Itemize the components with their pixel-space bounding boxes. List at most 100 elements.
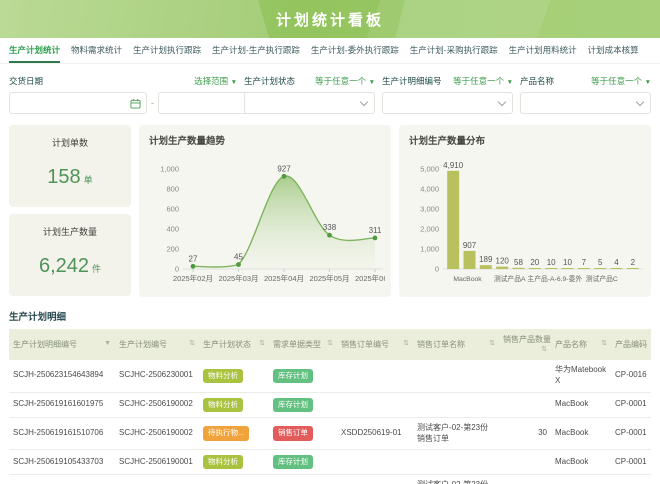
- svg-text:27: 27: [189, 254, 198, 263]
- cell-demand-doc-type: 库存计划: [269, 360, 337, 392]
- tab-5[interactable]: 生产计划-采购执行跟踪: [410, 38, 498, 63]
- filter-plan-status: 生产计划状态 等于任意一个 ▼: [244, 75, 375, 114]
- svg-text:10: 10: [547, 258, 556, 267]
- svg-text:4: 4: [614, 258, 619, 267]
- column-header-7[interactable]: 产品名称⇅: [551, 329, 611, 360]
- cell-demand-doc-type: 销售订单: [269, 417, 337, 450]
- sort-icon[interactable]: ⇅: [403, 339, 409, 349]
- svg-text:2025年04月: 2025年04月: [264, 273, 304, 283]
- cell-product-name: MacBook: [551, 450, 611, 475]
- equals-any-operator-dropdown[interactable]: 等于任意一个 ▼: [453, 75, 513, 87]
- cell-sales-qty: [499, 392, 551, 417]
- filter-product-name: 产品名称 等于任意一个 ▼: [520, 75, 651, 114]
- svg-text:5,000: 5,000: [420, 165, 439, 174]
- svg-text:2025年06月: 2025年06月: [355, 273, 385, 283]
- cell-plan-detail-no: SCJH-250619105433703: [9, 450, 115, 475]
- svg-text:5: 5: [598, 258, 603, 267]
- plan-status-select[interactable]: [244, 92, 375, 114]
- tab-3[interactable]: 生产计划-生产执行跟踪: [212, 38, 300, 63]
- table-row[interactable]: SCJH-250619161601975SCJHC-2506190002物料分析…: [9, 392, 651, 417]
- filter-label: 生产计明细编号: [382, 75, 442, 87]
- stat-card-plan-qty: 计划生产数量 6,242件: [9, 214, 131, 296]
- sort-dropdown-icon[interactable]: ▼: [104, 339, 111, 349]
- filter-bar: 交货日期 选择范围 ▼ -: [0, 64, 660, 122]
- equals-any-operator-dropdown[interactable]: 等于任意一个 ▼: [315, 75, 375, 87]
- column-header-4[interactable]: 销售订单编号⇅: [337, 329, 413, 360]
- svg-text:200: 200: [166, 245, 179, 254]
- tab-0[interactable]: 生产计划统计: [9, 38, 60, 63]
- calendar-icon[interactable]: [130, 98, 141, 109]
- status-badge: 物料分析: [203, 455, 243, 469]
- column-header-2[interactable]: 生产计划状态⇅: [199, 329, 269, 360]
- svg-text:2: 2: [631, 258, 636, 267]
- svg-text:120: 120: [496, 257, 510, 266]
- distribution-chart-panel: 计划生产数量分布 01,0002,0003,0004,0005,0004,910…: [399, 125, 651, 297]
- svg-text:0: 0: [175, 265, 179, 274]
- column-header-3[interactable]: 需求单据类型⇅: [269, 329, 337, 360]
- cell-product-name: 华为Matebook X: [551, 360, 611, 392]
- equals-any-operator-dropdown[interactable]: 等于任意一个 ▼: [591, 75, 651, 87]
- status-badge: 待执行物...: [203, 426, 249, 440]
- sort-icon[interactable]: ⇅: [489, 339, 495, 349]
- sort-icon[interactable]: ⇅: [189, 339, 195, 349]
- cell-product-code: CP-0016: [611, 360, 651, 392]
- cell-sales-qty: [499, 450, 551, 475]
- sort-icon[interactable]: ⇅: [541, 345, 547, 355]
- sort-icon[interactable]: ⇅: [259, 339, 265, 349]
- cell-plan-detail-no: SCJH-250619161510706: [9, 417, 115, 450]
- column-header-0[interactable]: 生产计划明细编号▼: [9, 329, 115, 360]
- date-from-input[interactable]: [15, 97, 130, 109]
- cell-plan-status: 物料分析: [199, 392, 269, 417]
- table-header-row: 生产计划明细编号▼生产计划编号⇅生产计划状态⇅需求单据类型⇅销售订单编号⇅销售订…: [9, 329, 651, 360]
- status-badge: 销售订单: [273, 426, 313, 440]
- cell-plan-status: 待执行物...: [199, 475, 269, 484]
- cell-plan-status: 物料分析: [199, 360, 269, 392]
- svg-text:45: 45: [234, 253, 243, 262]
- table-row[interactable]: SCJH-250619161510706SCJHC-2506190002待执行物…: [9, 417, 651, 450]
- trend-chart-panel: 计划生产数量趋势 02004006008001,0002025年02月2025年…: [139, 125, 391, 297]
- svg-text:907: 907: [463, 241, 477, 250]
- status-badge: 物料分析: [203, 398, 243, 412]
- table-row[interactable]: SCJH-250619105433703SCJHC-2506190001物料分析…: [9, 450, 651, 475]
- svg-text:MacBook: MacBook: [453, 276, 482, 283]
- svg-text:20: 20: [530, 258, 539, 267]
- svg-text:2,000: 2,000: [420, 225, 439, 234]
- cell-plan-no: SCJHC-2506190001: [115, 475, 199, 484]
- table-section-title: 生产计划明细: [9, 309, 651, 323]
- tab-7[interactable]: 计划成本核算: [588, 38, 639, 63]
- cell-product-code: CP-0001: [611, 475, 651, 484]
- svg-text:3,000: 3,000: [420, 205, 439, 214]
- chevron-down-icon: [360, 97, 368, 105]
- svg-text:0: 0: [435, 265, 439, 274]
- svg-text:10: 10: [563, 258, 572, 267]
- svg-text:800: 800: [166, 185, 179, 194]
- cell-product-name: MacBook: [551, 417, 611, 450]
- table-row[interactable]: SCJH-2506191053376SCJHC-2506190001待执行物..…: [9, 475, 651, 484]
- plan-detail-no-select[interactable]: [382, 92, 513, 114]
- sort-icon[interactable]: ⇅: [327, 339, 333, 349]
- svg-text:400: 400: [166, 225, 179, 234]
- status-badge: 库存计划: [273, 455, 313, 469]
- tab-2[interactable]: 生产计划执行跟踪: [133, 38, 201, 63]
- tab-1[interactable]: 物料需求统计: [71, 38, 122, 63]
- banner-decoration: [359, 0, 561, 38]
- sort-icon[interactable]: ⇅: [601, 339, 607, 349]
- page-title: 计划统计看板: [276, 9, 384, 30]
- cell-sales-order-name: [413, 450, 499, 475]
- stat-card-plan-count: 计划单数 158单: [9, 125, 131, 207]
- tab-6[interactable]: 生产计划用料统计: [509, 38, 577, 63]
- svg-text:600: 600: [166, 205, 179, 214]
- chart-title: 计划生产数量分布: [409, 133, 647, 147]
- chevron-down-icon: [636, 97, 644, 105]
- table-row[interactable]: SCJH-250623154643894SCJHC-2506230001物料分析…: [9, 360, 651, 392]
- column-header-6[interactable]: 销售产品数量⇅: [499, 329, 551, 360]
- product-name-select[interactable]: [520, 92, 651, 114]
- column-header-1[interactable]: 生产计划编号⇅: [115, 329, 199, 360]
- column-header-5[interactable]: 销售订单名称⇅: [413, 329, 499, 360]
- stat-title: 计划生产数量: [9, 225, 131, 238]
- date-from-field[interactable]: [9, 92, 147, 114]
- tab-4[interactable]: 生产计划-委外执行跟踪: [311, 38, 399, 63]
- status-badge: 物料分析: [203, 369, 243, 383]
- cell-plan-detail-no: SCJH-2506191053376: [9, 475, 115, 484]
- range-operator-dropdown[interactable]: 选择范围 ▼: [194, 75, 237, 87]
